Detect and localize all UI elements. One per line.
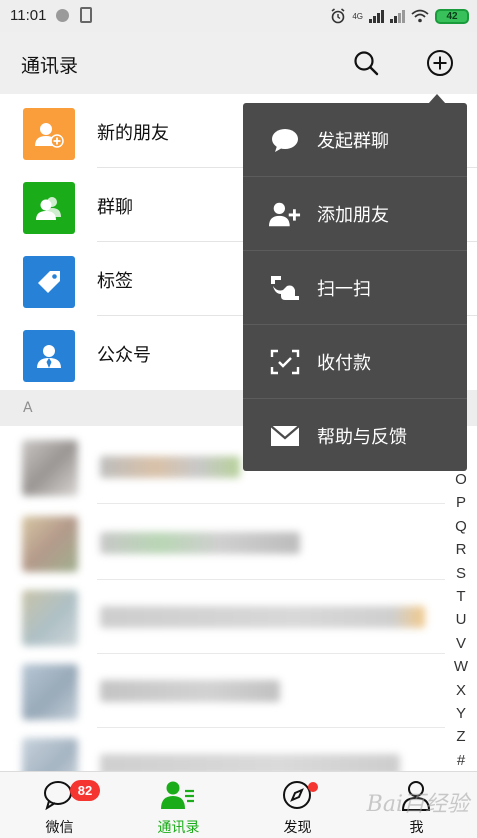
index-letter[interactable]: S [451, 562, 471, 585]
status-icons: 4G 42 [330, 6, 469, 26]
menu-item-money[interactable]: 收付款 [243, 325, 467, 399]
mail-icon [269, 421, 301, 451]
menu-item-help-feedback[interactable]: 帮助与反馈 [243, 399, 467, 473]
contact-name-obscured [100, 456, 240, 478]
tag-icon [23, 256, 75, 308]
sim-card-icon [80, 7, 92, 23]
contact-row[interactable] [0, 728, 445, 771]
list-item-label: 标签 [97, 271, 133, 292]
tab-label: 我 [409, 820, 424, 836]
alarm-icon [331, 8, 345, 24]
index-letter[interactable]: Z [451, 725, 471, 748]
tab-chats[interactable]: 82 微信 [0, 772, 119, 838]
menu-item-start-group-chat[interactable]: 发起群聊 [243, 103, 467, 177]
tab-label: 发现 [283, 820, 312, 836]
official-account-icon [23, 330, 75, 382]
watermark: Bai百经验 [366, 792, 469, 817]
menu-item-label: 收付款 [317, 353, 371, 374]
contacts-icon [158, 778, 198, 812]
list-item-label: 公众号 [97, 345, 151, 366]
menu-item-label: 帮助与反馈 [317, 427, 407, 448]
signal-1-icon [369, 9, 384, 23]
index-letter[interactable]: X [451, 679, 471, 702]
battery-icon: 42 [435, 8, 469, 24]
tab-contacts[interactable]: 通讯录 [119, 772, 238, 838]
payment-icon [269, 347, 301, 377]
section-letter: A [23, 400, 33, 416]
index-letter[interactable]: Y [451, 702, 471, 725]
list-item-label: 新的朋友 [97, 123, 169, 144]
contact-name-obscured [100, 680, 280, 702]
chat-bubble-icon [269, 125, 301, 155]
index-letter[interactable]: T [451, 585, 471, 608]
plus-circle-icon [427, 50, 453, 76]
contact-row[interactable] [0, 654, 445, 728]
add-friend-icon [269, 199, 301, 229]
index-letter[interactable]: W [451, 655, 471, 678]
contact-name-obscured [100, 606, 425, 628]
scan-icon [269, 273, 301, 303]
signal-2-icon [390, 9, 405, 23]
avatar [22, 440, 78, 496]
network-type: 4G [352, 11, 363, 21]
alphabet-index[interactable]: O P Q R S T U V W X Y Z # [451, 468, 471, 772]
notification-dot [308, 782, 318, 792]
avatar [22, 738, 78, 771]
avatar [22, 516, 78, 572]
index-letter[interactable]: P [451, 491, 471, 514]
menu-item-label: 添加朋友 [317, 205, 389, 226]
index-letter[interactable]: Q [451, 515, 471, 538]
tab-label: 微信 [45, 820, 74, 836]
page-title: 通讯录 [21, 55, 79, 77]
menu-item-add-friends[interactable]: 添加朋友 [243, 177, 467, 251]
tab-discover[interactable]: 发现 [238, 772, 357, 838]
menu-item-label: 扫一扫 [317, 279, 371, 300]
add-menu-button[interactable] [423, 46, 457, 80]
status-bar: 11:01 4G 42 [0, 0, 477, 32]
notification-dot-icon [56, 9, 69, 22]
contact-name-obscured [100, 532, 300, 554]
search-button[interactable] [349, 46, 383, 80]
app-header: 通讯录 [0, 32, 477, 94]
list-item-label: 群聊 [97, 197, 133, 218]
search-icon [354, 51, 379, 76]
contact-row[interactable] [0, 580, 445, 654]
group-chat-icon [23, 182, 75, 234]
avatar [22, 664, 78, 720]
new-friend-icon [23, 108, 75, 160]
add-dropdown-menu: 发起群聊 添加朋友 扫一扫 收付款 帮助与反馈 [243, 103, 467, 471]
index-letter[interactable]: V [451, 632, 471, 655]
contact-row[interactable] [0, 506, 445, 580]
tab-label: 通讯录 [157, 820, 200, 836]
avatar [22, 590, 78, 646]
index-letter[interactable]: # [451, 749, 471, 772]
menu-item-label: 发起群聊 [317, 131, 389, 152]
contact-name-obscured [100, 754, 400, 771]
wifi-icon [411, 9, 429, 23]
menu-item-scan[interactable]: 扫一扫 [243, 251, 467, 325]
unread-badge: 82 [70, 780, 100, 801]
index-letter[interactable]: U [451, 608, 471, 631]
index-letter[interactable]: R [451, 538, 471, 561]
status-time: 11:01 [10, 7, 47, 24]
